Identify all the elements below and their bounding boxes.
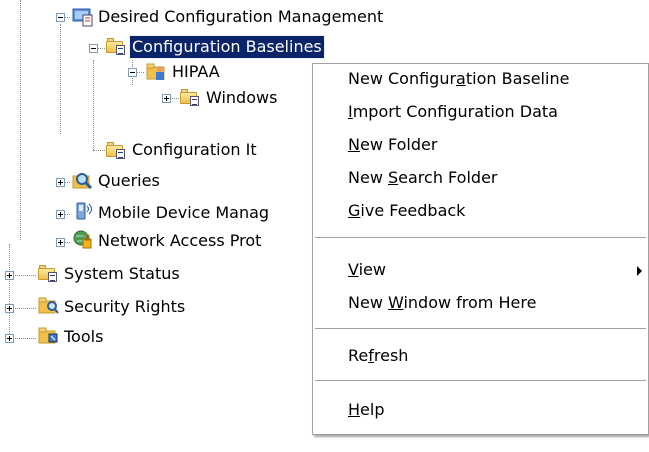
- tree-line: [93, 60, 94, 150]
- collapse-baselines-icon[interactable]: [89, 44, 98, 53]
- security-rights-folder-icon: [38, 295, 59, 315]
- menu-accelerator: N: [348, 135, 360, 154]
- menu-item-new-folder[interactable]: New Folder: [313, 130, 648, 160]
- tree-item-network-access[interactable]: Network Access Prot: [96, 230, 263, 252]
- hipaa-baseline-icon: [146, 61, 166, 81]
- menu-text: earch Folder: [398, 168, 498, 187]
- menu-text: iew: [358, 260, 386, 279]
- menu-separator: [315, 328, 646, 330]
- menu-item-give-feedback[interactable]: Give Feedback: [313, 196, 648, 226]
- expand-tools-icon[interactable]: [5, 334, 14, 343]
- tools-folder-icon: [38, 325, 58, 345]
- tree-item-hipaa[interactable]: HIPAA: [170, 61, 222, 83]
- menu-item-import-configuration-data[interactable]: Import Configuration Data: [313, 97, 648, 127]
- tree-item-mobile-device[interactable]: Mobile Device Manag: [96, 202, 271, 224]
- menu-text: New: [348, 168, 388, 187]
- system-status-folder-icon: [38, 262, 58, 282]
- menu-text: tion Baseline: [465, 69, 570, 88]
- mobile-device-icon: [74, 201, 94, 221]
- menu-text: New Configur: [348, 69, 457, 88]
- menu-item-refresh[interactable]: Refresh: [313, 341, 648, 371]
- dcm-icon: [72, 7, 93, 27]
- menu-accelerator: S: [387, 168, 399, 187]
- menu-item-view[interactable]: View: [313, 255, 648, 285]
- menu-text: elp: [360, 400, 385, 419]
- expand-nap-icon[interactable]: [56, 238, 65, 247]
- menu-text: ew Folder: [359, 135, 438, 154]
- menu-item-new-configuration-baseline[interactable]: New Configuration Baseline: [313, 64, 648, 94]
- tree-line: [20, 0, 21, 240]
- menu-accelerator: a: [456, 69, 466, 88]
- expand-mobile-icon[interactable]: [56, 210, 65, 219]
- tree-line: [60, 24, 61, 134]
- baselines-folder-icon: [106, 35, 126, 55]
- menu-text: indow from Here: [403, 293, 537, 312]
- expand-windows-icon[interactable]: [162, 94, 171, 103]
- expand-system-status-icon[interactable]: [5, 271, 14, 280]
- menu-accelerator: W: [387, 293, 404, 312]
- configuration-items-folder-icon: [106, 139, 126, 159]
- menu-separator: [315, 237, 646, 239]
- menu-text: Re: [348, 346, 369, 365]
- menu-text: resh: [373, 346, 409, 365]
- menu-item-new-window-from-here[interactable]: New Window from Here: [313, 288, 648, 318]
- collapse-hipaa-icon[interactable]: [128, 68, 137, 77]
- menu-item-new-search-folder[interactable]: New Search Folder: [313, 163, 648, 193]
- tree-item-security-rights[interactable]: Security Rights: [62, 296, 187, 318]
- tree-item-tools[interactable]: Tools: [62, 326, 105, 348]
- windows-baseline-icon: [180, 86, 200, 106]
- menu-accelerator: V: [348, 260, 359, 279]
- network-access-icon: [72, 229, 92, 249]
- tree-item-windows[interactable]: Windows: [204, 87, 279, 109]
- tree-item-configuration-items[interactable]: Configuration It: [130, 139, 259, 161]
- context-menu: New Configuration Baseline Import Config…: [312, 63, 649, 435]
- expand-queries-icon[interactable]: [56, 178, 65, 187]
- expand-security-rights-icon[interactable]: [5, 304, 14, 313]
- menu-text: mport Configuration Data: [352, 102, 558, 121]
- tree-line: [9, 244, 10, 336]
- menu-accelerator: G: [348, 201, 361, 220]
- queries-icon: [72, 170, 93, 190]
- tree-item-system-status[interactable]: System Status: [62, 263, 182, 285]
- tree-item-dcm[interactable]: Desired Configuration Management: [96, 6, 385, 28]
- menu-text: ive Feedback: [360, 201, 466, 220]
- tree-item-configuration-baselines[interactable]: Configuration Baselines: [129, 35, 325, 59]
- menu-text: New: [348, 293, 388, 312]
- tree-item-queries[interactable]: Queries: [96, 170, 162, 192]
- menu-separator: [315, 380, 646, 382]
- menu-item-help[interactable]: Help: [313, 395, 648, 425]
- menu-accelerator: H: [348, 400, 361, 419]
- tree-line: [93, 150, 105, 151]
- submenu-arrow-icon: [637, 266, 642, 276]
- collapse-dcm-icon[interactable]: [56, 13, 65, 22]
